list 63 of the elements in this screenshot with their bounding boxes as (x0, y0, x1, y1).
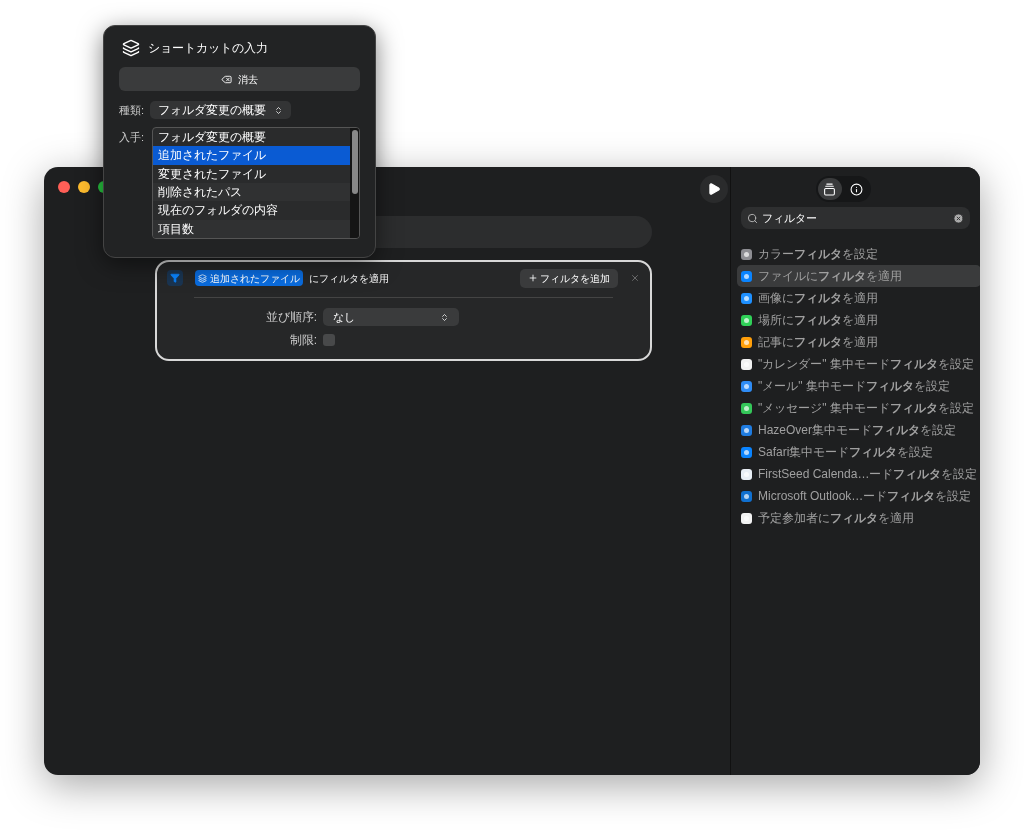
search-icon (747, 212, 758, 224)
limit-checkbox[interactable] (323, 334, 335, 346)
library-tab[interactable] (817, 178, 842, 200)
action-label: ファイルにフィルタを適用 (758, 268, 902, 285)
action-item[interactable]: HazeOver集中モードフィルタを設定 (737, 419, 980, 441)
action-item[interactable]: "メッセージ" 集中モードフィルタを設定 (737, 397, 980, 419)
get-option[interactable]: 変更されたファイル (153, 164, 350, 183)
action-item[interactable]: "メール" 集中モードフィルタを設定 (737, 375, 980, 397)
action-label: 画像にフィルタを適用 (758, 290, 878, 307)
layers-icon (198, 273, 207, 283)
get-option[interactable]: 削除されたパス (153, 183, 350, 202)
run-button[interactable] (700, 175, 728, 203)
add-filter-button[interactable]: フィルタを追加 (520, 268, 618, 288)
get-option[interactable]: フォルダ変更の概要 (153, 128, 350, 147)
close-window-button[interactable] (58, 181, 70, 193)
action-label: 場所にフィルタを適用 (758, 312, 878, 329)
get-label: 入手: (119, 130, 145, 145)
get-option[interactable]: 現在のフォルダの内容 (153, 201, 350, 220)
action-item[interactable]: 場所にフィルタを適用 (737, 309, 980, 331)
action-item[interactable]: 画像にフィルタを適用 (737, 287, 980, 309)
action-title: にフィルタを適用 (309, 271, 389, 286)
sort-label: 並び順序: (264, 309, 317, 326)
variable-token[interactable]: 追加されたファイル (195, 270, 303, 286)
action-item[interactable]: 予定参加者にフィルタを適用 (737, 507, 980, 529)
delete-icon (221, 73, 232, 85)
search-field[interactable]: フィルター (741, 207, 970, 229)
action-label: "カレンダー" 集中モードフィルタを設定 (758, 356, 974, 373)
get-option[interactable]: 項目数 (153, 219, 350, 238)
get-option[interactable]: 追加されたファイル (153, 146, 350, 165)
shortcut-input-icon (122, 39, 140, 57)
limit-label: 制限: (288, 332, 317, 349)
scrollbar-thumb[interactable] (351, 130, 358, 194)
action-item[interactable]: FirstSeed Calenda…ードフィルタを設定 (737, 463, 980, 485)
plus-icon (528, 273, 538, 283)
action-item[interactable]: 記事にフィルタを適用 (737, 331, 980, 353)
action-item[interactable]: Microsoft Outlook…ードフィルタを設定 (737, 485, 980, 507)
type-label: 種類: (119, 102, 145, 118)
action-label: 記事にフィルタを適用 (758, 334, 878, 351)
chevrons-icon (274, 105, 284, 115)
action-label: FirstSeed Calenda…ードフィルタを設定 (758, 466, 978, 483)
action-label: カラーフィルタを設定 (758, 246, 878, 263)
action-item[interactable]: "カレンダー" 集中モードフィルタを設定 (737, 353, 980, 375)
minimize-window-button[interactable] (78, 181, 90, 193)
popover-title: ショートカットの入力 (148, 40, 268, 57)
library-icon (823, 182, 836, 196)
action-label: 予定参加者にフィルタを適用 (758, 510, 914, 527)
action-item[interactable]: Safari集中モードフィルタを設定 (737, 441, 980, 463)
action-label: Microsoft Outlook…ードフィルタを設定 (758, 488, 972, 505)
close-icon[interactable] (630, 273, 640, 283)
clear-button[interactable]: 消去 (119, 67, 360, 91)
chevrons-icon (440, 312, 449, 322)
clear-icon[interactable] (953, 212, 964, 224)
action-label: Safari集中モードフィルタを設定 (758, 444, 934, 461)
action-label: "メッセージ" 集中モードフィルタを設定 (758, 400, 974, 417)
action-label: "メール" 集中モードフィルタを設定 (758, 378, 950, 395)
action-item[interactable]: ファイルにフィルタを適用 (737, 265, 980, 287)
play-icon (707, 182, 721, 196)
info-icon (850, 182, 863, 196)
sort-popup[interactable]: なし (323, 308, 459, 326)
type-popup[interactable]: フォルダ変更の概要 (150, 101, 292, 119)
filter-icon (167, 270, 183, 286)
action-label: HazeOver集中モードフィルタを設定 (758, 422, 957, 439)
action-item[interactable]: カラーフィルタを設定 (737, 243, 980, 265)
